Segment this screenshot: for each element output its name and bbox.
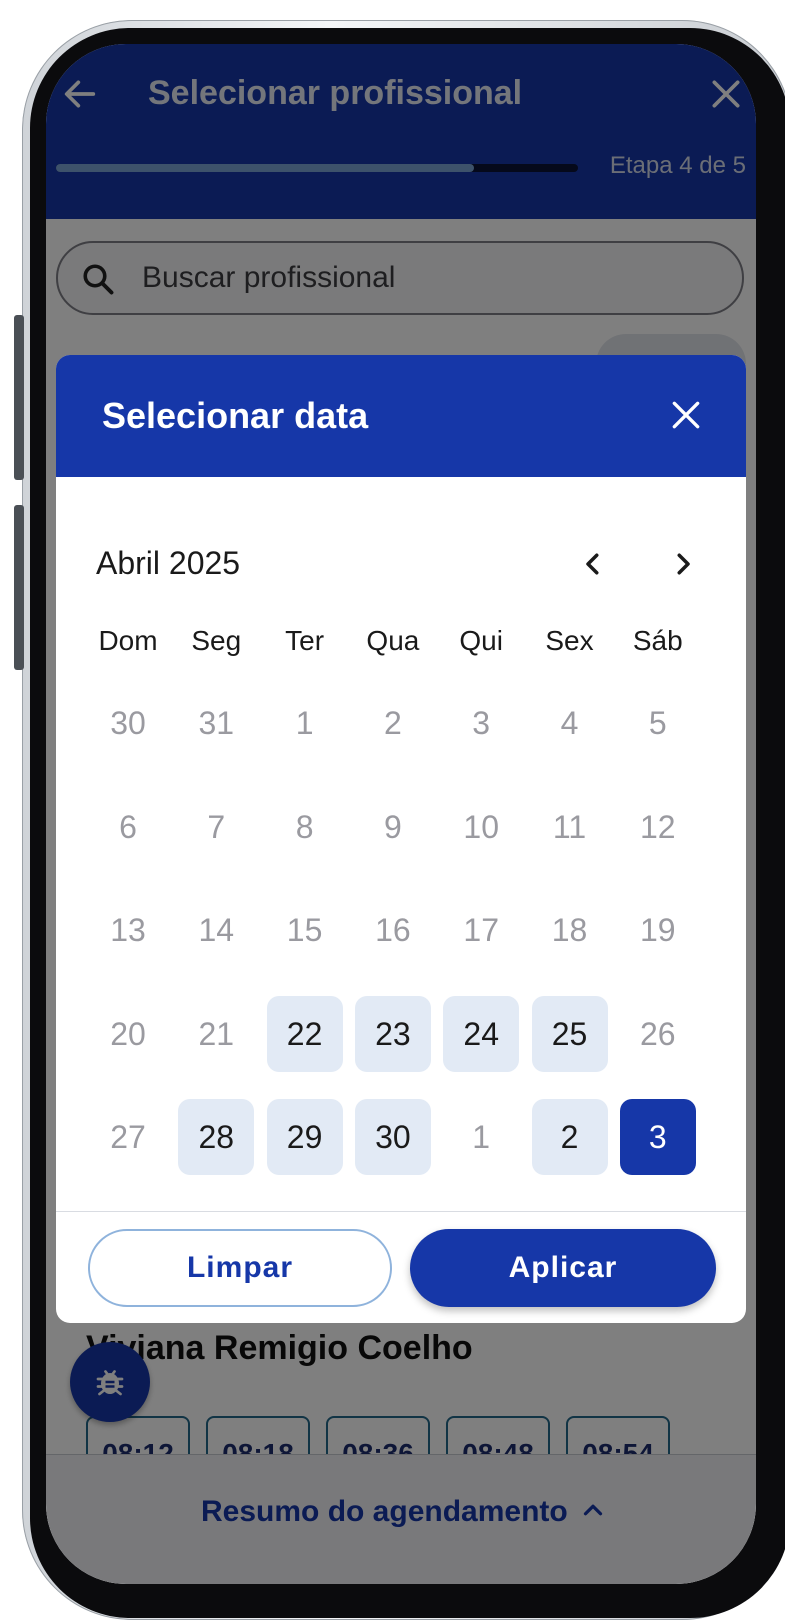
- calendar-day: 21: [198, 1015, 235, 1052]
- clear-button[interactable]: Limpar: [88, 1229, 392, 1307]
- calendar-day: 27: [110, 1119, 146, 1155]
- calendar-day: 10: [463, 808, 499, 845]
- calendar-day: 5: [648, 705, 667, 741]
- calendar-day: 1: [472, 1119, 491, 1155]
- calendar-day: 15: [286, 912, 323, 948]
- calendar-day: 3: [472, 705, 491, 741]
- divider: [56, 1211, 746, 1212]
- calendar-day: 6: [119, 808, 137, 845]
- date-picker-modal: Selecionar data Abril 2025 Dom Seg Ter Qua Q…: [56, 355, 746, 1323]
- phone-screen: Selecionar profissional Etapa 4 de 5 Bus…: [46, 44, 756, 1584]
- weekday-label: Qui: [459, 625, 503, 656]
- weekday-label: Qua: [366, 625, 420, 656]
- calendar-day-selected[interactable]: 3: [619, 1099, 696, 1175]
- calendar-day: 2: [383, 705, 402, 741]
- calendar-day: 9: [383, 808, 402, 845]
- modal-title: Selecionar data: [102, 395, 369, 436]
- calendar-day: 16: [375, 912, 411, 948]
- calendar-day: 17: [463, 912, 499, 948]
- calendar-day[interactable]: 30: [354, 1099, 431, 1175]
- calendar-day: 14: [198, 912, 235, 948]
- weekday-label: Sáb: [632, 625, 683, 656]
- phone-volume-up: [14, 315, 24, 480]
- calendar-day: 18: [551, 912, 588, 948]
- calendar-day: 30: [110, 705, 146, 741]
- calendar-grid: 30 31 1 2 3 4 5 6 7 8 9 10 11 12 13 14 15 16 17 18 19 20 21 22 2…: [90, 685, 720, 1205]
- calendar-day: 26: [640, 1015, 676, 1052]
- apply-button[interactable]: Aplicar: [410, 1229, 716, 1307]
- month-label: Abril 2025: [96, 545, 241, 581]
- calendar-day[interactable]: 24: [443, 995, 520, 1072]
- calendar-day: 4: [560, 705, 579, 741]
- calendar-day: 12: [640, 808, 676, 845]
- calendar-day[interactable]: 2: [531, 1099, 608, 1175]
- weekday-label: Dom: [98, 625, 158, 656]
- chevron-left-icon[interactable]: [578, 549, 608, 579]
- close-icon[interactable]: [666, 395, 706, 435]
- calendar-day: 20: [110, 1015, 146, 1052]
- calendar-day[interactable]: 25: [531, 995, 608, 1072]
- calendar-day: 7: [207, 808, 226, 845]
- phone-volume-down: [14, 505, 24, 670]
- chevron-right-icon[interactable]: [668, 549, 698, 579]
- calendar-day: 11: [552, 808, 587, 845]
- weekday-label: Ter: [285, 625, 325, 656]
- calendar-day: 1: [295, 705, 314, 741]
- calendar-day[interactable]: 28: [178, 1099, 255, 1175]
- calendar-day: 19: [640, 912, 676, 948]
- calendar-day: 31: [198, 705, 235, 741]
- calendar-day[interactable]: 23: [354, 995, 431, 1072]
- calendar-day[interactable]: 22: [266, 995, 343, 1072]
- weekday-header: Dom Seg Ter Qua Qui Sex Sáb: [90, 625, 720, 665]
- calendar-day: 13: [110, 912, 146, 948]
- weekday-label: Seg: [191, 625, 242, 656]
- calendar-day[interactable]: 29: [266, 1099, 343, 1175]
- weekday-label: Sex: [545, 625, 594, 656]
- modal-header: Selecionar data: [56, 355, 746, 477]
- calendar-day: 8: [295, 808, 314, 845]
